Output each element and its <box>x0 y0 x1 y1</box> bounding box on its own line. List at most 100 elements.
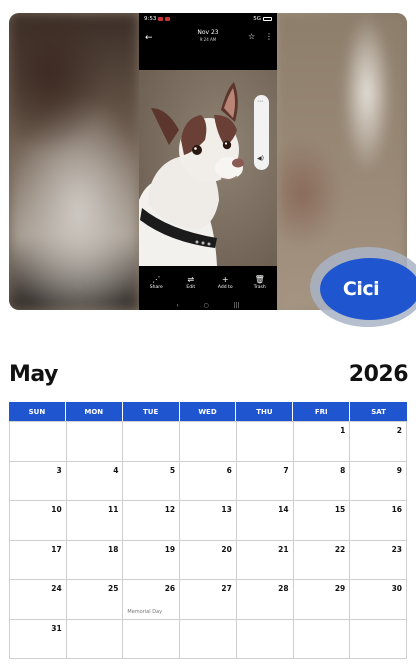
day-cell: 3 <box>10 461 67 501</box>
speaker-icon: ◀) <box>257 155 264 162</box>
blurred-background-left <box>9 13 139 310</box>
day-cell: 23 <box>350 540 407 580</box>
day-cell: 1 <box>293 422 351 462</box>
calendar-grid: SUN MON TUE WED THU FRI SAT 1 2 3 4 5 6 7 8 9 10 1… <box>9 402 407 659</box>
photo-date-time: 9:24 AM <box>199 37 217 42</box>
day-number: 13 <box>221 505 232 514</box>
day-cell: 8 <box>293 461 351 501</box>
day-number: 21 <box>278 544 289 554</box>
share-label: Share <box>149 285 163 290</box>
day-number: 8 <box>340 465 346 475</box>
day-number: 6 <box>226 465 232 475</box>
day-cell: 6 <box>180 461 237 501</box>
weekday-mon: MON <box>65 402 123 421</box>
nav-recents-icon[interactable]: ||| <box>234 302 240 309</box>
day-number: 29 <box>334 584 346 593</box>
day-number: 20 <box>221 544 232 554</box>
add-to-label: Add to <box>217 285 233 290</box>
day-cell <box>236 619 294 659</box>
day-number: 12 <box>164 505 176 514</box>
trash-button[interactable]: 🗑 Trash <box>244 275 276 301</box>
day-cell <box>66 422 124 462</box>
day-number: 25 <box>107 584 119 593</box>
photo-toolbar: ⋰ Share ⇌ Edit + Add to 🗑 Trash <box>139 275 277 301</box>
month-title: May <box>9 362 58 387</box>
day-number: 24 <box>51 584 62 593</box>
day-cell: 29 <box>293 580 351 620</box>
day-number: 15 <box>334 505 346 514</box>
day-number: 14 <box>278 505 289 514</box>
add-to-button[interactable]: + Add to <box>209 275 241 301</box>
share-button[interactable]: ⋰ Share <box>140 275 172 301</box>
day-cell: 26 Memorial Day <box>123 580 181 620</box>
day-cell <box>350 619 407 659</box>
edit-icon: ⇌ <box>187 275 195 284</box>
day-cell <box>236 422 294 462</box>
more-options-icon[interactable]: ⋮ <box>265 32 273 41</box>
weekday-fri: FRI <box>293 402 351 421</box>
status-bar: 9:53 5G <box>139 13 277 25</box>
day-cell: 31 <box>10 619 67 659</box>
day-cell: 19 <box>123 540 181 580</box>
photo-date-title: Nov 23 <box>197 29 219 36</box>
day-cell: 11 <box>66 501 124 541</box>
day-number: 30 <box>391 584 402 593</box>
day-cell <box>66 619 124 659</box>
day-cell: 24 <box>10 580 67 620</box>
day-cell: 12 <box>123 501 181 541</box>
volume-slider[interactable]: ⋯ ◀) <box>254 95 269 170</box>
weekday-sat: SAT <box>350 402 407 421</box>
nav-back-icon[interactable]: ‹ <box>176 302 178 309</box>
day-cell <box>123 422 181 462</box>
edit-button[interactable]: ⇌ Edit <box>175 275 207 301</box>
day-cell: 18 <box>66 540 124 580</box>
weekday-wed: WED <box>179 402 237 421</box>
day-number: 18 <box>107 544 119 554</box>
day-cell <box>123 619 181 659</box>
day-cell: 30 <box>350 580 407 620</box>
trash-icon: 🗑 <box>254 275 265 284</box>
edit-label: Edit <box>186 285 196 290</box>
day-number: 1 <box>340 426 346 435</box>
day-cell: 16 <box>350 501 407 541</box>
day-cell: 4 <box>66 461 124 501</box>
day-number: 16 <box>391 505 402 514</box>
pet-name-badge: Cici <box>320 258 416 320</box>
viewer-header: ← Nov 23 9:24 AM ☆ ⋮ <box>139 27 277 59</box>
add-icon: + <box>221 275 229 284</box>
day-cell <box>180 422 237 462</box>
weekday-tue: TUE <box>122 402 180 421</box>
day-number: 10 <box>51 505 62 514</box>
weekday-header: SUN MON TUE WED THU FRI SAT <box>9 402 407 421</box>
notification-icon <box>165 17 171 21</box>
photo-date: Nov 23 9:24 AM <box>139 29 277 42</box>
star-icon[interactable]: ☆ <box>248 32 255 41</box>
day-cell: 5 <box>123 461 181 501</box>
day-number: 23 <box>391 544 402 554</box>
nav-home-icon[interactable]: ○ <box>204 302 209 309</box>
day-number: 9 <box>396 465 402 475</box>
day-cell <box>180 619 237 659</box>
day-cell: 13 <box>180 501 237 541</box>
android-nav-bar: ‹ ○ ||| <box>139 300 277 310</box>
day-number: 31 <box>51 623 62 633</box>
day-cell: 28 <box>236 580 294 620</box>
day-number: 4 <box>113 465 119 475</box>
day-number: 2 <box>396 426 402 435</box>
status-time: 9:53 <box>144 16 157 22</box>
signal-label: 5G <box>253 16 261 22</box>
day-cell: 14 <box>236 501 294 541</box>
day-cell: 9 <box>350 461 407 501</box>
day-number: 28 <box>278 584 289 593</box>
more-icon[interactable]: ⋯ <box>257 98 263 105</box>
day-cell: 25 <box>66 580 124 620</box>
day-cell <box>10 422 67 462</box>
day-number: 5 <box>169 465 176 475</box>
day-number: 26 <box>164 584 176 593</box>
weekday-thu: THU <box>236 402 294 421</box>
day-number: 17 <box>51 544 62 554</box>
phone-screenshot: 9:53 5G ← Nov 23 9:24 AM ☆ ⋮ ⋯ ◀) ⋰ Shar… <box>139 13 277 310</box>
weekday-sun: SUN <box>9 402 66 421</box>
day-cell: 7 <box>236 461 294 501</box>
day-number: 22 <box>334 544 346 554</box>
